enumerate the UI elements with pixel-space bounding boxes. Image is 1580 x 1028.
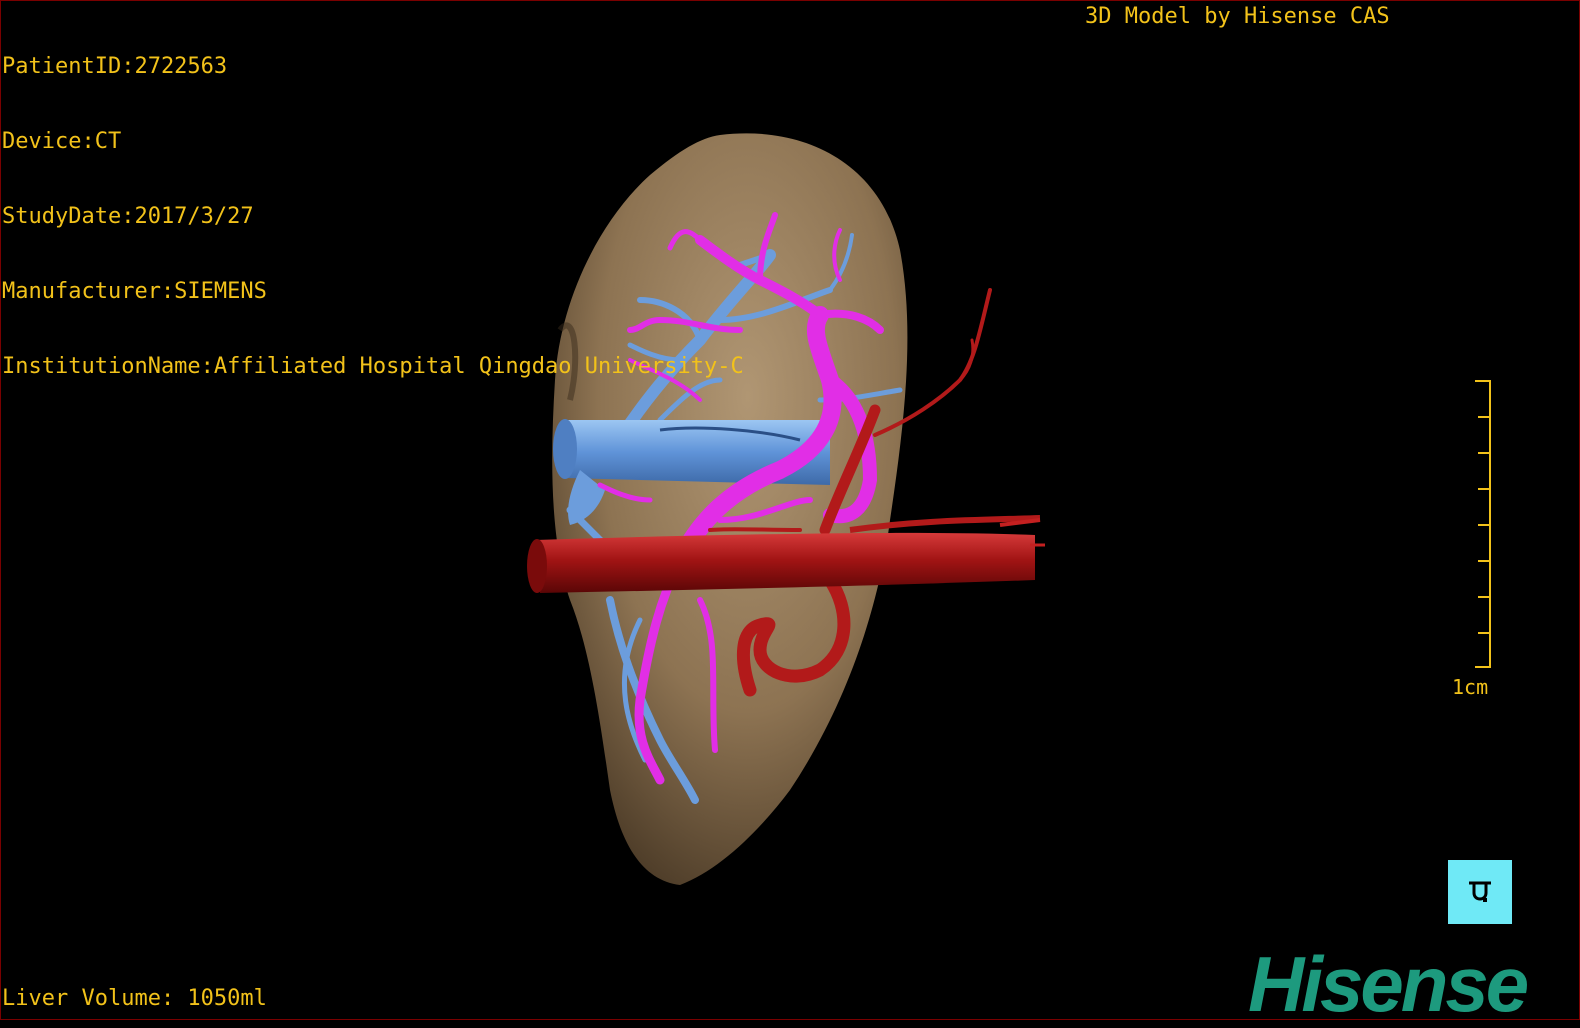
model-caption: 3D Model by Hisense CAS — [1085, 4, 1390, 29]
study-date-text: StudyDate:2017/3/27 — [2, 204, 254, 229]
manufacturer-text: Manufacturer:SIEMENS — [2, 279, 267, 304]
liver-volume-readout: Liver Volume: 1050ml — [2, 986, 267, 1011]
hisense-logo: Hisense — [1248, 940, 1529, 1028]
scale-label: 1cm — [1452, 675, 1489, 699]
device-text: Device:CT — [2, 129, 122, 154]
orientation-cube-icon — [1469, 881, 1491, 902]
patient-id-text: PatientID:2722563 — [2, 54, 228, 79]
orientation-cube-button[interactable] — [1448, 860, 1512, 924]
institution-text: InstitutionName:Affiliated Hospital Qing… — [2, 354, 744, 379]
patient-info-block: PatientID:2722563 Device:CT StudyDate:20… — [2, 4, 744, 404]
scale-bar — [1475, 380, 1491, 668]
